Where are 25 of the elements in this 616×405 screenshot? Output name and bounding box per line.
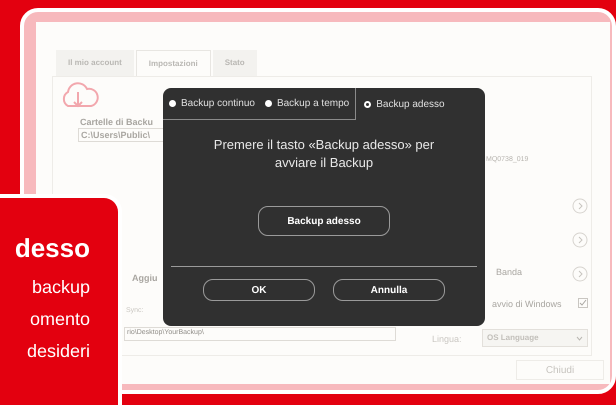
dialog-button[interactable]: OK — [203, 279, 315, 301]
promo-heading: desso — [14, 234, 90, 262]
close-button[interactable]: Chiudi — [516, 360, 604, 380]
dialog-message: Premere il tasto «Backup adesso» per avviare il Backup — [213, 136, 435, 172]
chevron-circle-icon[interactable] — [572, 198, 588, 214]
promo-text: backup — [32, 276, 90, 299]
startup-checkbox[interactable] — [578, 298, 588, 308]
language-label: Lingua: — [432, 333, 462, 346]
tab[interactable]: Impostazioni — [136, 50, 211, 76]
mode-tab[interactable]: Backup continuo — [169, 88, 255, 119]
folders-label: Cartelle di Backu — [80, 116, 154, 129]
promo-text: desideri — [26, 340, 90, 363]
add-button[interactable]: Aggiu — [132, 272, 158, 286]
backup-now-button[interactable]: Backup adesso — [258, 206, 390, 236]
chevron-circle-icon[interactable] — [572, 232, 588, 248]
mode-tab[interactable]: Backup adesso — [364, 88, 445, 120]
tab[interactable]: Il mio account — [56, 50, 134, 76]
caret-icon — [576, 336, 583, 340]
mode-tab[interactable]: Backup a tempo — [264, 88, 350, 119]
chevron-circle-icon[interactable] — [572, 266, 588, 282]
tab[interactable]: Stato — [212, 50, 257, 76]
promo-text: omento — [30, 308, 90, 331]
setting-label: Banda — [496, 266, 522, 279]
startup-label: avvio di Windows — [492, 298, 562, 311]
dialog-button[interactable]: Annulla — [333, 279, 445, 301]
